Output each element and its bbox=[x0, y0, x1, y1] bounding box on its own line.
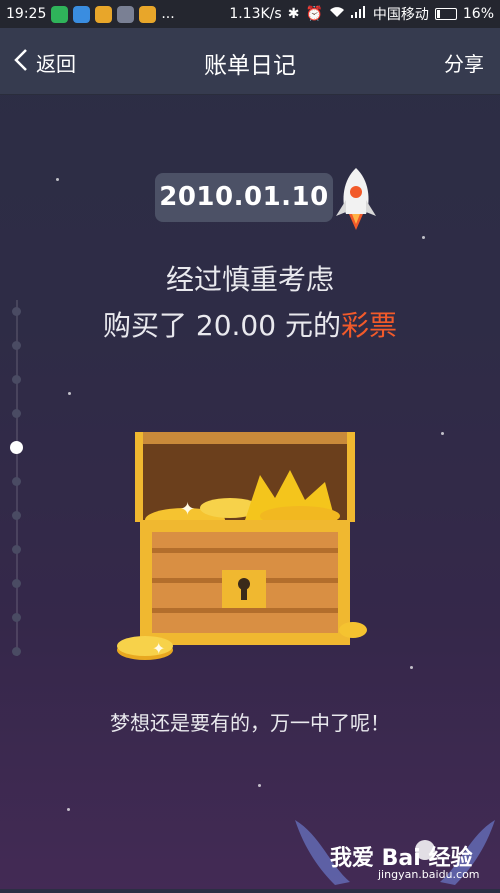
rocket-icon bbox=[331, 166, 381, 236]
more-notifications: ... bbox=[161, 6, 175, 22]
network-speed: 1.13K/s bbox=[229, 6, 282, 22]
timeline-dot[interactable] bbox=[12, 375, 21, 384]
entry-line-1: 经过慎重考虑 bbox=[165, 263, 334, 296]
svg-text:✦: ✦ bbox=[180, 499, 195, 520]
status-time: 19:25 bbox=[6, 6, 47, 22]
star bbox=[56, 178, 59, 181]
watermark-url: jingyan.baidu.com bbox=[378, 868, 480, 881]
entry-line-2: 购买了 20.00 元的彩票 bbox=[0, 304, 500, 344]
game-app-icon-2 bbox=[139, 5, 157, 23]
timeline-dot[interactable] bbox=[12, 545, 21, 554]
status-right: 1.13K/s ✱ ⏰ 中国移动 16% bbox=[229, 0, 494, 28]
bluetooth-icon: ✱ bbox=[287, 6, 300, 22]
star bbox=[68, 392, 71, 395]
alarm-icon: ⏰ bbox=[305, 6, 323, 22]
status-left: 19:25 ... bbox=[0, 5, 175, 23]
browser-app-icon bbox=[73, 5, 91, 23]
svg-text:✦: ✦ bbox=[152, 639, 165, 658]
star bbox=[441, 432, 444, 435]
entry-category: 彩票 bbox=[340, 309, 397, 342]
battery-icon bbox=[434, 8, 457, 20]
timeline-dot[interactable] bbox=[12, 477, 21, 486]
carrier-name: 中国移动 bbox=[372, 7, 429, 23]
timeline-dot[interactable] bbox=[12, 647, 21, 656]
signal-icon bbox=[350, 6, 367, 22]
entry-date: 2010.01.10 bbox=[155, 173, 333, 222]
timeline-dot[interactable] bbox=[12, 409, 21, 418]
timeline-dot[interactable] bbox=[12, 579, 21, 588]
nav-bar: 返回 账单日记 分享 bbox=[0, 28, 500, 95]
status-bar: 19:25 ... 1.13K/s ✱ ⏰ 中国移动 16% bbox=[0, 0, 500, 28]
star bbox=[258, 784, 261, 787]
share-button[interactable]: 分享 bbox=[444, 48, 484, 77]
battery-level: 16% bbox=[462, 6, 494, 22]
star bbox=[410, 666, 413, 669]
entry-tagline: 梦想还是要有的，万一中了呢！ bbox=[110, 711, 390, 735]
timeline-dot[interactable] bbox=[12, 511, 21, 520]
timeline-dot[interactable] bbox=[12, 613, 21, 622]
timeline-current-dot[interactable] bbox=[10, 441, 23, 454]
treasure-chest-illustration: ✦ ✦ bbox=[110, 420, 390, 684]
star bbox=[422, 236, 425, 239]
star bbox=[67, 808, 70, 811]
entry-amount-text: 购买了 20.00 元的 bbox=[103, 309, 341, 342]
wifi-icon bbox=[329, 6, 345, 22]
page-title: 账单日记 bbox=[204, 53, 296, 79]
security-app-icon bbox=[51, 5, 69, 23]
game-app-icon bbox=[95, 5, 113, 23]
tool-app-icon bbox=[117, 5, 135, 23]
